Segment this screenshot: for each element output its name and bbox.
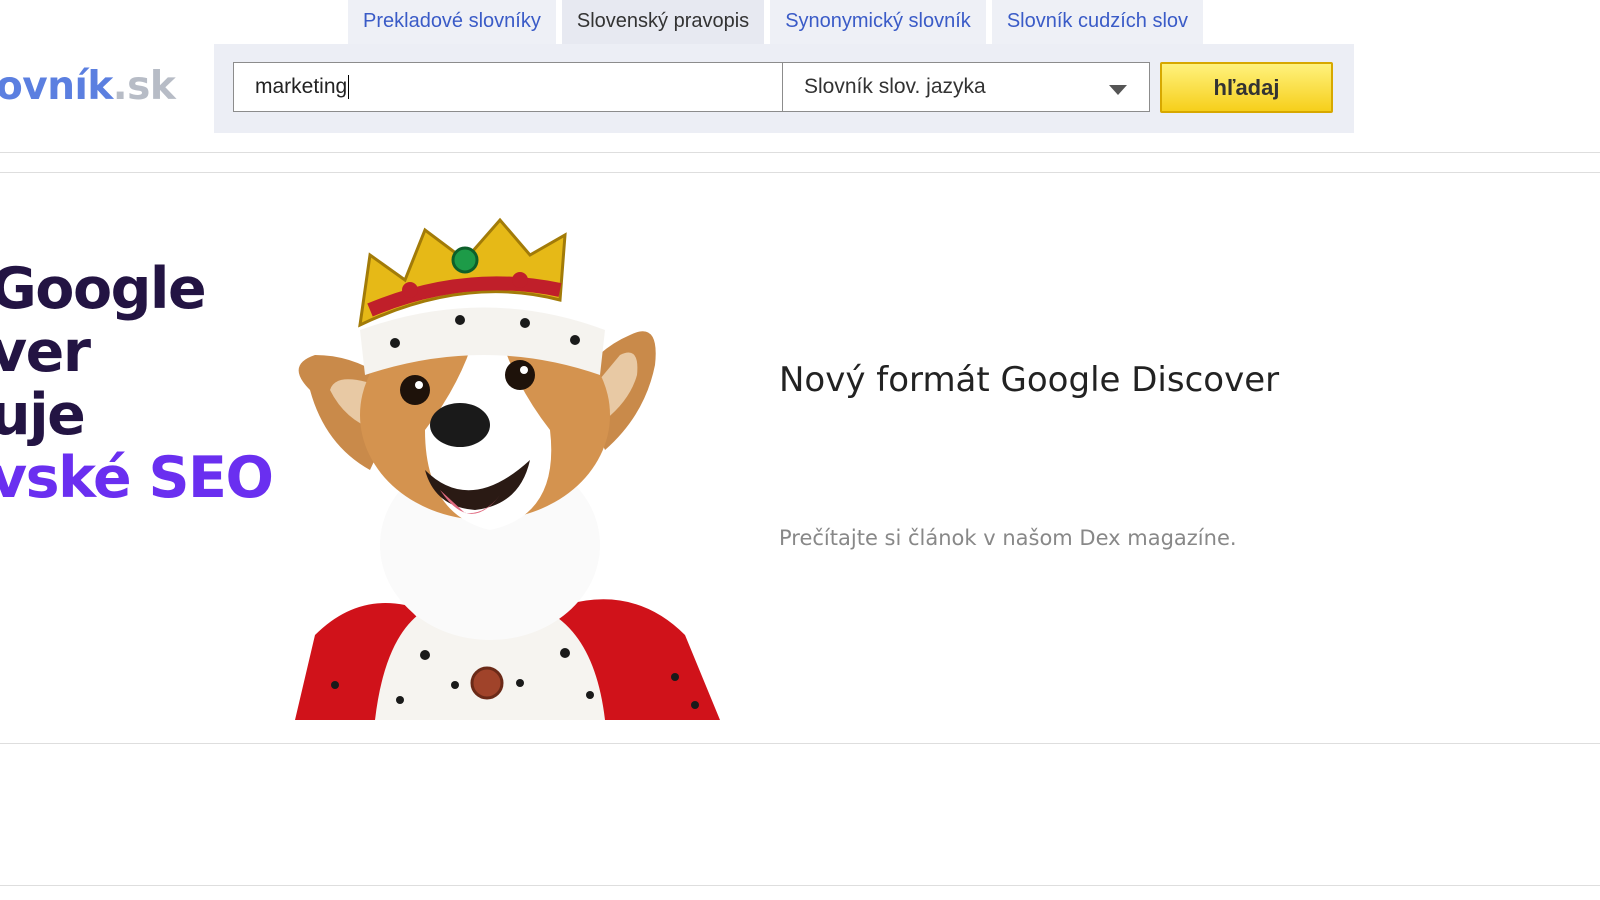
search-input[interactable]: marketing [233,62,783,112]
logo-text-domain: .sk [112,64,176,109]
headline-line: ver [0,319,91,385]
banner-headline[interactable]: Google ver uje vské SEO [0,256,274,511]
banner-title[interactable]: Nový formát Google Discover [779,360,1279,400]
text-cursor [348,75,350,100]
banner-bottom-divider [0,743,1600,744]
banner-top-divider [0,172,1600,173]
footer-divider [0,885,1600,886]
logo-text-main: ovník [0,64,113,109]
dictionary-select[interactable]: Slovník slov. jazyka [782,62,1150,112]
site-logo[interactable]: ovník.sk [0,64,176,109]
tab-synonymicky-slovnik[interactable]: Synonymický slovník [770,0,986,45]
headline-accent-line: vské SEO [0,445,274,511]
chevron-down-icon [1109,85,1127,95]
tab-slovnik-cudzich-slov[interactable]: Slovník cudzích slov [991,0,1204,45]
search-input-value: marketing [255,75,348,98]
header-divider [0,152,1600,153]
headline-line: uje [0,382,86,448]
search-button[interactable]: hľadaj [1160,62,1333,113]
headline-line: Google [0,256,207,322]
dictionary-select-value: Slovník slov. jazyka [804,75,986,98]
corgi-king-image[interactable] [275,215,735,720]
dictionary-tabs: Prekladové slovníky Slovenský pravopis S… [348,0,1209,45]
banner-subtitle[interactable]: Prečítajte si článok v našom Dex magazín… [779,526,1237,550]
tab-slovensky-pravopis[interactable]: Slovenský pravopis [561,0,765,45]
tab-prekladove-slovniky[interactable]: Prekladové slovníky [348,0,556,45]
